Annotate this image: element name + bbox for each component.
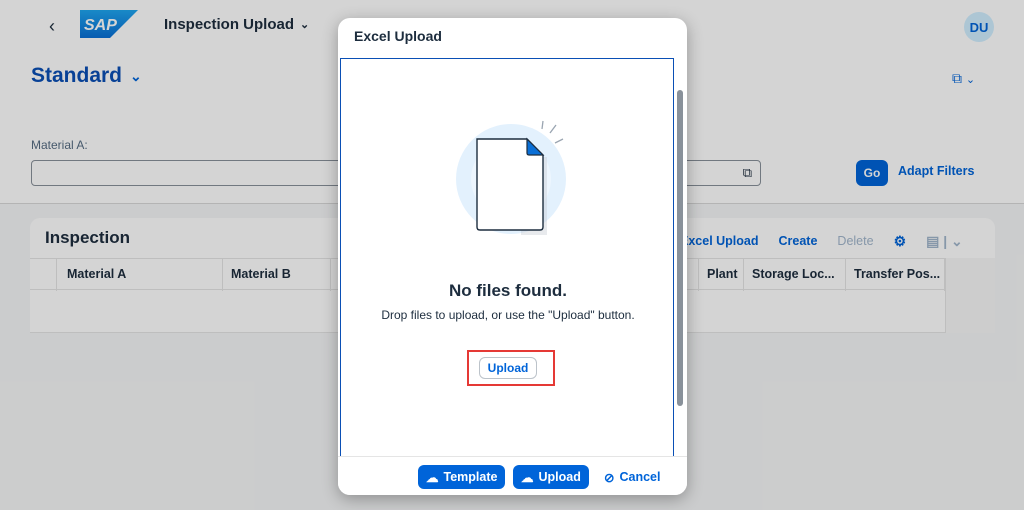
- cloud-download-icon: ☁: [426, 470, 439, 485]
- upload-button-label: Upload: [538, 470, 581, 484]
- dialog-footer: ☁ Template ☁ Upload ⊘ Cancel: [338, 456, 687, 495]
- cancel-icon: ⊘: [604, 470, 615, 485]
- empty-state-message: Drop files to upload, or use the "Upload…: [381, 308, 635, 322]
- template-button[interactable]: ☁ Template: [418, 465, 506, 489]
- upload-button[interactable]: ☁ Upload: [513, 465, 589, 489]
- empty-state-title: No files found.: [448, 281, 568, 300]
- template-button-label: Template: [443, 470, 498, 484]
- dialog-title: Excel Upload: [354, 28, 442, 44]
- cancel-button[interactable]: ⊘ Cancel: [596, 465, 668, 489]
- upload-drop-zone[interactable]: No files found. Drop files to upload, or…: [340, 58, 674, 478]
- cancel-button-label: Cancel: [619, 470, 661, 484]
- upload-button-inline[interactable]: Upload: [479, 357, 537, 379]
- cloud-upload-icon: ☁: [521, 470, 534, 485]
- empty-file-illustration-icon: [456, 120, 566, 235]
- dialog-scrollbar[interactable]: [677, 90, 683, 406]
- excel-upload-dialog: Excel Upload No files found. Drop files …: [338, 18, 687, 495]
